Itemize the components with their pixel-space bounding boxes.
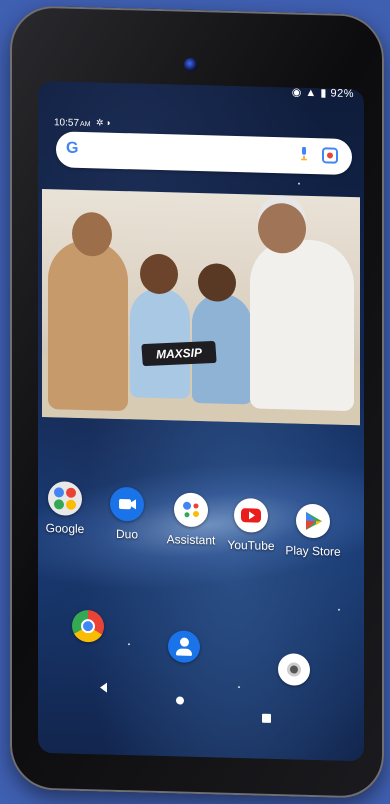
signal-icon: ▲ xyxy=(305,86,317,100)
contacts-icon[interactable] xyxy=(168,630,200,664)
google-logo-icon: G xyxy=(66,139,79,157)
status-right: ◉ ▲ ▮ 92% xyxy=(292,85,354,100)
battery-percent: 92% xyxy=(330,87,354,101)
mic-icon[interactable] xyxy=(300,146,308,161)
chrome-icon[interactable] xyxy=(72,609,104,643)
lens-icon[interactable] xyxy=(322,147,338,164)
play-store-icon xyxy=(296,503,330,539)
battery-icon: ▮ xyxy=(320,87,327,100)
status-time-value: 10:57 xyxy=(54,117,80,129)
home-screen[interactable]: 10:57AM ✲ ◗ ◉ ▲ ▮ 92% G MAXSIP Google Du… xyxy=(38,80,364,762)
star xyxy=(338,608,340,611)
grandmother-figure xyxy=(250,238,354,412)
girl-head xyxy=(140,253,178,295)
app-label: Google xyxy=(45,521,85,537)
app-play-store[interactable]: Play Store xyxy=(276,503,350,559)
navigation-bar xyxy=(38,671,364,723)
assistant-icon xyxy=(174,492,208,528)
grandfather-head xyxy=(72,211,112,257)
app-label: YouTube xyxy=(227,537,275,554)
grandmother-head xyxy=(258,202,306,254)
app-duo[interactable]: Duo xyxy=(90,486,164,542)
status-time: 10:57AM xyxy=(54,117,91,129)
app-label: Play Store xyxy=(285,543,341,559)
google-search-bar[interactable]: G xyxy=(56,131,352,176)
duo-icon xyxy=(110,486,144,522)
tablet-brand-banner: MAXSIP xyxy=(141,340,217,367)
google-folder-icon xyxy=(48,481,82,516)
family-photo-widget: MAXSIP xyxy=(42,188,360,426)
tablet-device: 10:57AM ✲ ◗ ◉ ▲ ▮ 92% G MAXSIP Google Du… xyxy=(10,5,384,799)
recents-icon[interactable] xyxy=(262,713,271,723)
notification-icons: ✲ ◗ xyxy=(96,117,112,128)
grandfather-figure xyxy=(48,239,128,412)
app-label: Assistant xyxy=(166,532,216,548)
wifi-icon: ◉ xyxy=(291,86,302,99)
star xyxy=(128,643,130,646)
home-icon[interactable] xyxy=(176,696,184,705)
star xyxy=(298,182,300,185)
front-camera xyxy=(184,57,198,73)
youtube-icon xyxy=(234,497,268,533)
back-icon[interactable] xyxy=(100,682,107,693)
status-time-suffix: AM xyxy=(80,120,91,129)
app-label: Duo xyxy=(115,526,138,542)
boy-head xyxy=(198,263,236,303)
status-bar: 10:57AM ✲ ◗ ◉ ▲ ▮ 92% xyxy=(48,85,354,128)
